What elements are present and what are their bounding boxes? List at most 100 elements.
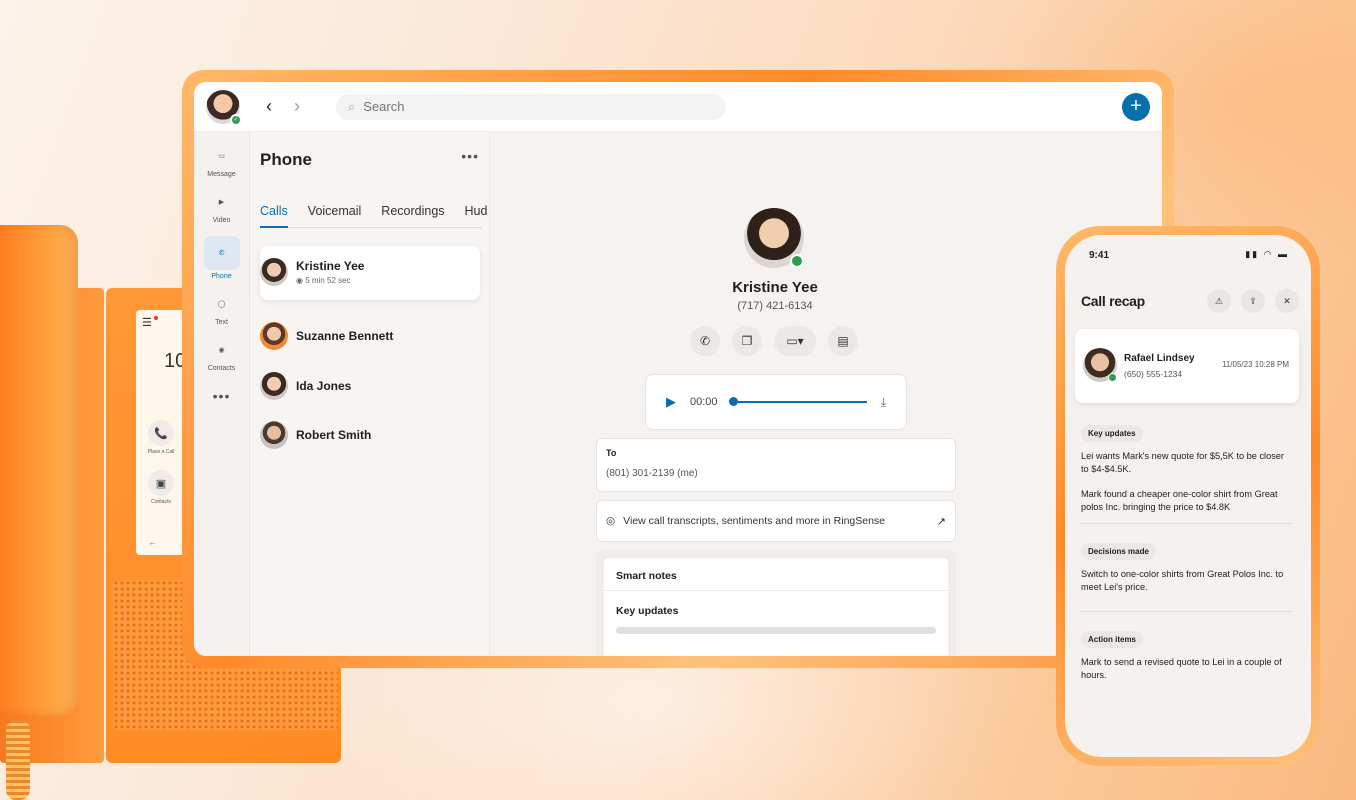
notes-icon: ▤ <box>837 334 849 348</box>
recap-section-decisions: Decisions made Switch to one-color shirt… <box>1081 541 1293 594</box>
rail-label: Phone <box>211 273 232 280</box>
search-bar[interactable]: ⌕ <box>336 93 726 120</box>
rail-item-text[interactable]: ◯ Text <box>194 292 249 326</box>
text-bubble-icon: ◯ <box>217 301 226 308</box>
call-button[interactable]: ✆ <box>690 326 720 356</box>
call-list-item[interactable]: Ida Jones <box>260 372 351 400</box>
contacts-icon: ◉ <box>218 347 225 354</box>
close-icon[interactable]: ✕ <box>1275 289 1299 313</box>
tab-bar: Calls Voicemail Recordings Hud <box>260 204 487 228</box>
avatar <box>260 258 288 286</box>
divider <box>1081 523 1293 524</box>
section-text: Switch to one-color shirts from Great Po… <box>1081 569 1284 592</box>
contact-number: (650) 555-1234 <box>1124 369 1183 379</box>
presence-check-icon: ✓ <box>230 113 242 126</box>
notes-button[interactable]: ▤ <box>828 326 858 356</box>
menu-icon[interactable]: ☰ <box>142 316 152 329</box>
share-icon[interactable]: ⇪ <box>1241 289 1265 313</box>
avatar <box>260 421 288 449</box>
contact-name: Ida Jones <box>296 379 352 393</box>
status-icons: ▮▮ ◠ ▬ <box>1245 249 1289 259</box>
search-input[interactable] <box>363 99 664 114</box>
rail-more-button[interactable]: ••• <box>194 384 249 408</box>
ringsense-link[interactable]: ◎ View call transcripts, sentiments and … <box>596 500 956 542</box>
contact-actions: ✆ ❐ ▭▾ ▤ <box>690 326 858 356</box>
more-options-icon[interactable]: ••• <box>461 148 479 164</box>
video-icon: ▭▾ <box>786 334 804 348</box>
tab-recordings[interactable]: Recordings <box>381 204 444 227</box>
video-icon: ▶ <box>218 199 225 206</box>
section-text: Mark found a cheaper one-color shirt fro… <box>1081 489 1278 512</box>
user-avatar[interactable]: ✓ <box>206 89 242 126</box>
page-title: Phone <box>260 150 312 169</box>
contact-name: Kristine Yee <box>732 279 818 296</box>
phone-cord <box>6 720 30 800</box>
rail-item-phone[interactable]: ✆ Phone <box>194 236 249 280</box>
ringsense-text: View call transcripts, sentiments and mo… <box>623 515 886 527</box>
contacts-button[interactable]: ▣ <box>148 470 174 496</box>
to-field: To (801) 301-2139 (me) <box>596 438 956 492</box>
place-call-button[interactable]: 📞 <box>148 420 174 446</box>
play-icon[interactable]: ▶ <box>666 394 676 410</box>
top-bar: ✓ ‹ › ⌕ + <box>194 82 1162 132</box>
tab-hud[interactable]: Hud <box>465 204 488 227</box>
smart-notes-panel: Smart notes Key updates <box>596 550 956 656</box>
section-text: Mark to send a revised quote to Lei in a… <box>1081 657 1282 680</box>
call-list-pane: Phone ••• Calls Voicemail Recordings Hud… <box>250 132 490 656</box>
call-list-item[interactable]: Kristine Yee ◉ 5 min 52 sec <box>260 258 364 286</box>
contact-name: Rafael Lindsey <box>1124 353 1195 364</box>
section-chip: Decisions made <box>1081 543 1156 560</box>
external-link-icon: ↗ <box>936 515 946 528</box>
message-button[interactable]: ❐ <box>732 326 762 356</box>
recap-section-key-updates: Key updates Lei wants Mark's new quote f… <box>1081 423 1293 514</box>
loading-placeholder <box>616 627 936 634</box>
video-button[interactable]: ▭▾ <box>774 326 816 356</box>
contact-name: Robert Smith <box>296 428 372 442</box>
divider <box>1081 611 1293 612</box>
desktop-window-frame: ✓ ‹ › ⌕ + ▭ Message ▶ Video ✆ Phone <box>182 70 1174 668</box>
call-list-item[interactable]: Suzanne Bennett <box>260 322 393 350</box>
section-text: Lei wants Mark's new quote for $5,5K to … <box>1081 451 1284 474</box>
call-duration: ◉ 5 min 52 sec <box>296 276 351 285</box>
nav-rail: ▭ Message ▶ Video ✆ Phone ◯ Text ◉ Conta… <box>194 132 250 656</box>
contact-name: Suzanne Bennett <box>296 329 394 343</box>
recap-actions: ⚠ ⇪ ✕ <box>1207 289 1299 313</box>
rail-label: Video <box>212 217 231 224</box>
contact-name: Kristine Yee <box>296 259 365 273</box>
call-recap-title: Call recap <box>1081 293 1145 309</box>
key-updates-title: Key updates <box>616 605 679 617</box>
desktop-app: ✓ ‹ › ⌕ + ▭ Message ▶ Video ✆ Phone <box>194 82 1162 656</box>
new-action-button[interactable]: + <box>1122 92 1150 121</box>
contact-avatar <box>744 208 804 268</box>
rail-label: Contacts <box>207 365 236 372</box>
message-icon: ▭ <box>218 153 225 160</box>
smart-notes-card: Smart notes Key updates <box>604 558 948 656</box>
rail-item-message[interactable]: ▭ Message <box>194 144 249 178</box>
phone-icon: ✆ <box>203 236 240 270</box>
recap-section-action-items: Action items Mark to send a revised quot… <box>1081 629 1293 682</box>
recap-contact-card[interactable]: Rafael Lindsey (650) 555-1234 11/05/23 1… <box>1075 329 1299 403</box>
rail-item-video[interactable]: ▶ Video <box>194 190 249 224</box>
avatar <box>260 372 288 400</box>
tab-calls[interactable]: Calls <box>260 204 288 228</box>
back-icon[interactable]: ‹ <box>266 96 280 117</box>
rail-label: Message <box>207 171 236 178</box>
forward-icon[interactable]: › <box>294 96 308 117</box>
presence-dot <box>790 254 804 268</box>
call-list-item[interactable]: Robert Smith <box>260 421 371 449</box>
warning-icon[interactable]: ⚠ <box>1207 289 1231 313</box>
mobile-device-frame: 9:41 ▮▮ ◠ ▬ Call recap ⚠ ⇪ ✕ Rafael Lind… <box>1056 226 1320 766</box>
avatar <box>260 322 288 350</box>
status-time: 9:41 <box>1089 250 1110 261</box>
tab-voicemail[interactable]: Voicemail <box>308 204 362 227</box>
message-icon: ❐ <box>741 334 753 348</box>
avatar <box>1083 348 1117 382</box>
rail-item-contacts[interactable]: ◉ Contacts <box>194 338 249 372</box>
back-arrow-icon[interactable]: ← <box>148 537 157 547</box>
player-time: 00:00 <box>690 396 718 408</box>
playback-slider[interactable] <box>728 397 867 406</box>
presence-dot <box>1108 373 1117 382</box>
more-icon: ••• <box>212 388 231 404</box>
download-icon[interactable]: ⤓ <box>881 395 886 410</box>
notification-dot <box>154 316 158 320</box>
